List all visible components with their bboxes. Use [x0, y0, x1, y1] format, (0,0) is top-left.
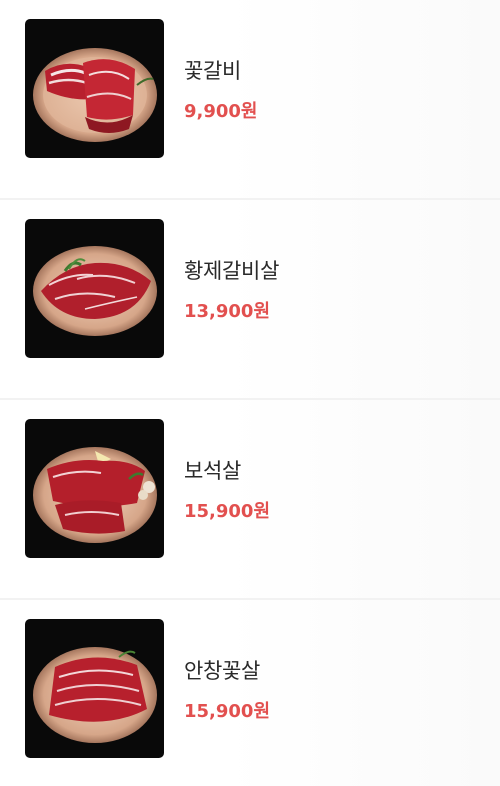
menu-item[interactable]: 황제갈비살 13,900원: [0, 200, 500, 400]
meat-photo-icon[interactable]: [25, 19, 164, 158]
menu-item-name: 황제갈비살: [184, 259, 280, 283]
menu-item[interactable]: 꽃갈비 9,900원: [0, 0, 500, 200]
menu-item[interactable]: 안창꽃살 15,900원: [0, 600, 500, 786]
menu-item-name: 꽃갈비: [184, 59, 242, 83]
meat-photo-icon[interactable]: [25, 619, 164, 758]
menu-item-price: 15,900원: [184, 701, 271, 722]
menu-item-name: 보석살: [184, 459, 242, 483]
menu-item-price: 9,900원: [184, 101, 258, 122]
menu-item-price: 13,900원: [184, 301, 271, 322]
menu-item-price: 15,900원: [184, 501, 271, 522]
menu-list: 꽃갈비 9,900원 황제갈비살 13,900원 보석살 15,900원 안창꽃…: [0, 0, 500, 786]
meat-photo-icon[interactable]: [25, 419, 164, 558]
menu-item[interactable]: 보석살 15,900원: [0, 400, 500, 600]
meat-photo-icon[interactable]: [25, 219, 164, 358]
menu-item-name: 안창꽃살: [184, 659, 261, 683]
